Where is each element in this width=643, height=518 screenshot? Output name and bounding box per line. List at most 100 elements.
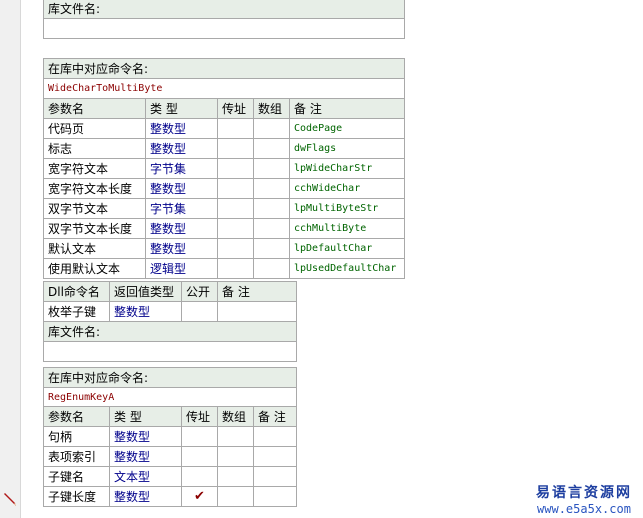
- param-name[interactable]: 使用默认文本: [43, 258, 146, 279]
- param-name[interactable]: 双字节文本: [43, 198, 146, 219]
- param-name[interactable]: 子键名: [43, 466, 110, 487]
- param-note[interactable]: lpUsedDefaultChar: [288, 258, 406, 279]
- param-by-ref[interactable]: [181, 426, 218, 447]
- watermark-url: www.e5a5x.com: [537, 502, 631, 516]
- lib-file-label: 库文件名:: [42, 0, 406, 19]
- param-by-ref[interactable]: [217, 198, 254, 219]
- header-public: 公开: [181, 281, 218, 302]
- param-header-row: 参数名 类 型 传址 数组 备 注: [43, 406, 297, 427]
- param-name[interactable]: 句柄: [43, 426, 110, 447]
- param-by-ref-check[interactable]: ✔: [181, 486, 218, 507]
- param-row[interactable]: 默认文本 整数型 lpDefaultChar: [43, 238, 406, 259]
- dll-note[interactable]: [217, 301, 297, 322]
- param-array[interactable]: [217, 426, 254, 447]
- param-array[interactable]: [253, 258, 290, 279]
- param-array[interactable]: [253, 118, 290, 139]
- dll-public[interactable]: [181, 301, 218, 322]
- header-dll-command-name: Dll命令名: [43, 281, 110, 302]
- param-name[interactable]: 双字节文本长度: [43, 218, 146, 239]
- dll-param-table-2: 参数名 类 型 传址 数组 备 注 句柄 整数型 表项索引 整数型 子键名 文本…: [43, 406, 297, 507]
- param-row[interactable]: 子键长度 整数型 ✔: [43, 486, 297, 507]
- param-by-ref[interactable]: [217, 138, 254, 159]
- header-param-name: 参数名: [43, 98, 146, 119]
- param-array[interactable]: [217, 486, 254, 507]
- header-by-ref: 传址: [181, 406, 218, 427]
- param-name[interactable]: 宽字符文本长度: [43, 178, 146, 199]
- header-note: 备 注: [217, 281, 297, 302]
- param-name[interactable]: 子键长度: [43, 486, 110, 507]
- param-type[interactable]: 整数型: [109, 426, 182, 447]
- param-row[interactable]: 宽字符文本长度 整数型 cchWideChar: [43, 178, 406, 199]
- lib-file-label: 库文件名:: [43, 321, 297, 342]
- param-name[interactable]: 标志: [43, 138, 146, 159]
- param-type[interactable]: 字节集: [145, 158, 218, 179]
- header-array: 数组: [253, 98, 290, 119]
- param-name[interactable]: 代码页: [43, 118, 146, 139]
- param-array[interactable]: [217, 446, 254, 467]
- param-array[interactable]: [253, 138, 290, 159]
- param-note[interactable]: [253, 466, 297, 487]
- dll-declaration-table-1: 库文件名: 在库中对应命令名: WideCharToMultiByte 参数名 …: [42, 0, 406, 279]
- dll-declaration-table-2: Dll命令名 返回值类型 公开 备 注 枚举子键 整数型 库文件名: 在库中对应…: [43, 281, 297, 408]
- param-header-row: 参数名 类 型 传址 数组 备 注: [43, 98, 406, 119]
- param-by-ref[interactable]: [217, 218, 254, 239]
- param-row[interactable]: 双字节文本 字节集 lpMultiByteStr: [43, 198, 406, 219]
- param-array[interactable]: [253, 218, 290, 239]
- param-note[interactable]: cchWideChar: [288, 178, 406, 199]
- lib-file-value[interactable]: [43, 341, 297, 362]
- lib-command-name[interactable]: WideCharToMultiByte: [42, 78, 406, 99]
- param-array[interactable]: [253, 238, 290, 259]
- param-type[interactable]: 整数型: [109, 446, 182, 467]
- param-row[interactable]: 使用默认文本 逻辑型 lpUsedDefaultChar: [43, 258, 406, 279]
- param-type[interactable]: 逻辑型: [145, 258, 218, 279]
- param-note[interactable]: [253, 486, 297, 507]
- param-type[interactable]: 整数型: [109, 486, 182, 507]
- param-by-ref[interactable]: [217, 238, 254, 259]
- param-array[interactable]: [253, 158, 290, 179]
- dll-command-name[interactable]: 枚举子键: [43, 301, 110, 322]
- dll-row[interactable]: 枚举子键 整数型: [43, 301, 297, 322]
- param-by-ref[interactable]: [217, 118, 254, 139]
- param-note[interactable]: cchMultiByte: [288, 218, 406, 239]
- param-type[interactable]: 文本型: [109, 466, 182, 487]
- param-name[interactable]: 默认文本: [43, 238, 146, 259]
- watermark-title: 易语言资源网: [536, 485, 632, 501]
- param-array[interactable]: [253, 198, 290, 219]
- param-name[interactable]: 表项索引: [43, 446, 110, 467]
- param-note[interactable]: CodePage: [288, 118, 406, 139]
- param-by-ref[interactable]: [217, 258, 254, 279]
- param-array[interactable]: [217, 466, 254, 487]
- param-note[interactable]: [253, 426, 297, 447]
- param-note[interactable]: lpMultiByteStr: [288, 198, 406, 219]
- param-row[interactable]: 子键名 文本型: [43, 466, 297, 487]
- lib-command-label: 在库中对应命令名:: [43, 367, 297, 388]
- param-type[interactable]: 整数型: [145, 118, 218, 139]
- param-name[interactable]: 宽字符文本: [43, 158, 146, 179]
- pencil-icon[interactable]: [2, 491, 18, 507]
- param-row[interactable]: 表项索引 整数型: [43, 446, 297, 467]
- param-type[interactable]: 字节集: [145, 198, 218, 219]
- param-note[interactable]: [253, 446, 297, 467]
- param-array[interactable]: [253, 178, 290, 199]
- param-by-ref[interactable]: [217, 178, 254, 199]
- param-type[interactable]: 整数型: [145, 178, 218, 199]
- param-by-ref[interactable]: [181, 446, 218, 467]
- param-row[interactable]: 代码页 整数型 CodePage: [43, 118, 406, 139]
- param-type[interactable]: 整数型: [145, 218, 218, 239]
- param-row[interactable]: 标志 整数型 dwFlags: [43, 138, 406, 159]
- param-row[interactable]: 句柄 整数型: [43, 426, 297, 447]
- lib-file-value[interactable]: [42, 18, 406, 39]
- param-note[interactable]: lpDefaultChar: [288, 238, 406, 259]
- lib-command-label: 在库中对应命令名:: [42, 58, 406, 79]
- param-row[interactable]: 双字节文本长度 整数型 cchMultiByte: [43, 218, 406, 239]
- param-note[interactable]: lpWideCharStr: [288, 158, 406, 179]
- param-by-ref[interactable]: [181, 466, 218, 487]
- param-by-ref[interactable]: [217, 158, 254, 179]
- header-note: 备 注: [253, 406, 297, 427]
- param-note[interactable]: dwFlags: [288, 138, 406, 159]
- dll-return-type[interactable]: 整数型: [109, 301, 182, 322]
- lib-command-name[interactable]: RegEnumKeyA: [43, 387, 297, 408]
- param-row[interactable]: 宽字符文本 字节集 lpWideCharStr: [43, 158, 406, 179]
- param-type[interactable]: 整数型: [145, 238, 218, 259]
- param-type[interactable]: 整数型: [145, 138, 218, 159]
